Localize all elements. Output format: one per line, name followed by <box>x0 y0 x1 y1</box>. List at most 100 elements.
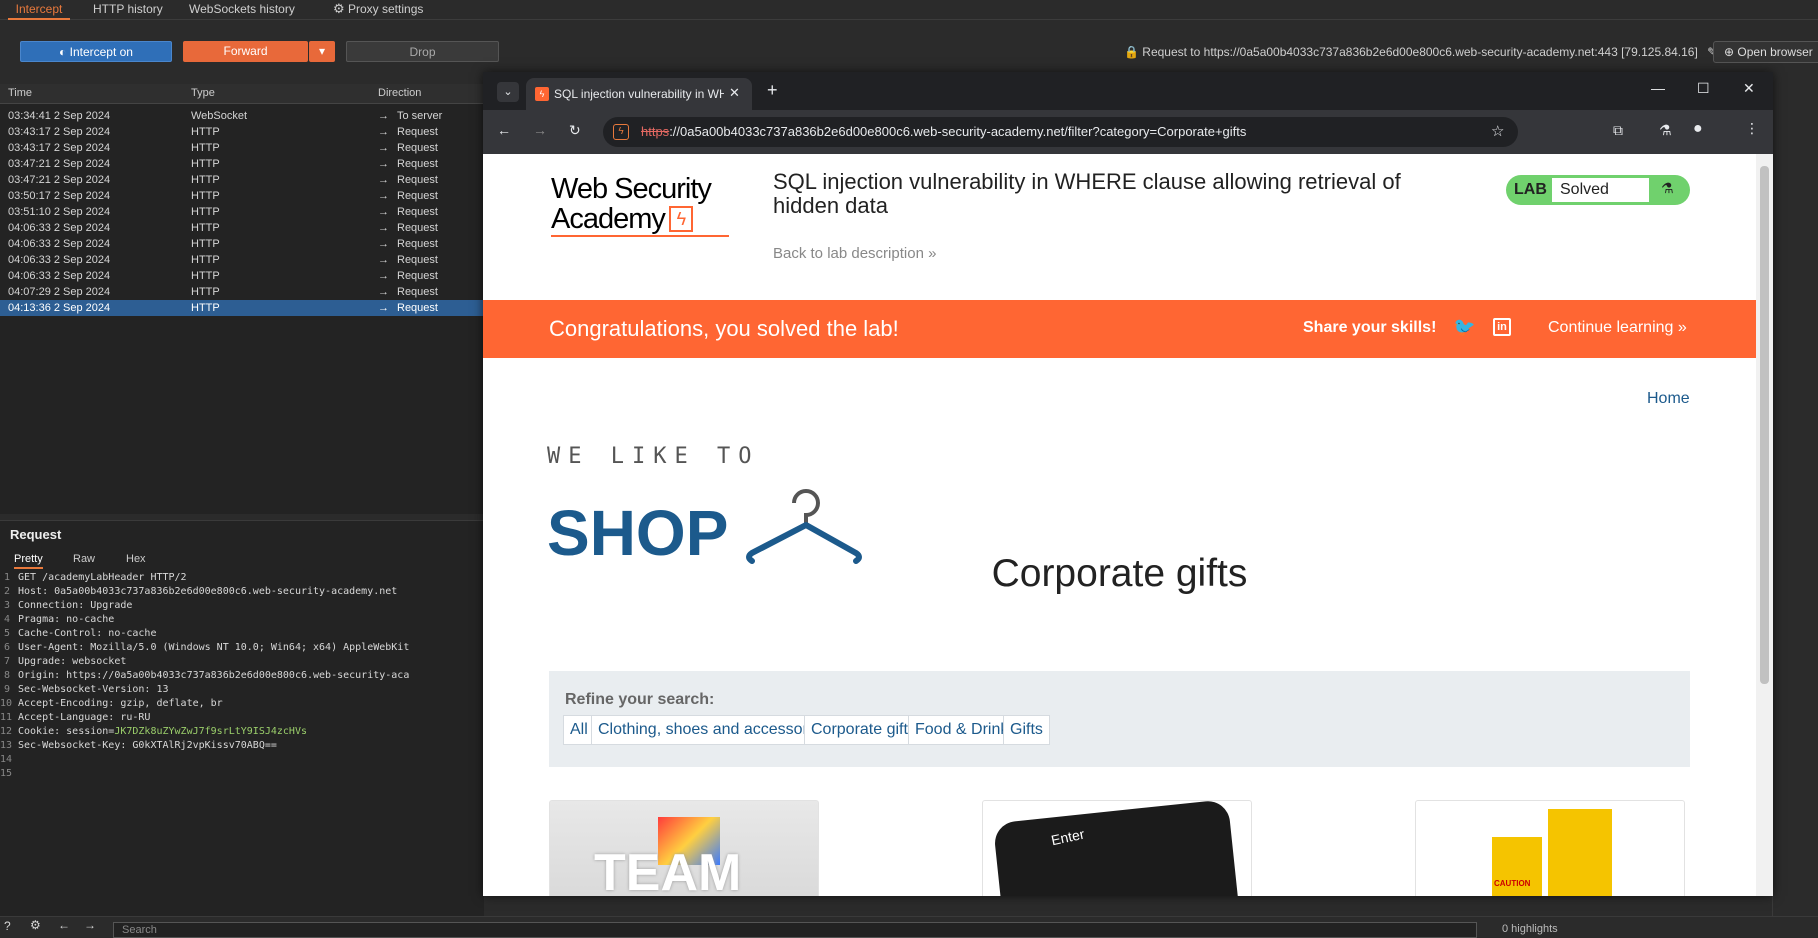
line-number: 8 <box>3 670 10 681</box>
line-number: 2 <box>3 586 10 597</box>
tab-search-icon[interactable]: ⌄ <box>497 82 519 102</box>
site-info-icon[interactable]: ϟ <box>613 124 629 140</box>
cell-time: 03:34:41 2 Sep 2024 <box>8 110 111 122</box>
minimize-icon[interactable]: — <box>1651 80 1665 96</box>
table-row[interactable]: 04:06:33 2 Sep 2024 HTTP → Request <box>0 268 484 284</box>
tab-websockets-history[interactable]: WebSockets history <box>189 0 295 20</box>
cell-direction: Request <box>397 190 438 202</box>
browser-tab[interactable]: ϟ SQL injection vulnerability in WH ✕ <box>526 78 752 110</box>
arrow-right-icon: → <box>378 222 389 234</box>
forward-icon[interactable]: → <box>533 122 547 138</box>
cell-type: WebSocket <box>191 110 248 122</box>
continue-learning-link[interactable]: Continue learning » <box>1548 319 1687 337</box>
cell-direction: Request <box>397 206 438 218</box>
cell-time: 04:06:33 2 Sep 2024 <box>8 270 111 282</box>
line-number: 12 <box>0 726 13 737</box>
we-like-to-shop-logo: WE LIKE TO SHOP <box>547 444 864 565</box>
new-tab-icon[interactable]: + <box>767 80 778 101</box>
labs-icon[interactable]: ⚗ <box>1659 122 1672 139</box>
table-row[interactable]: 03:34:41 2 Sep 2024 WebSocket → To server <box>0 108 484 124</box>
help-icon[interactable]: ? <box>4 919 11 933</box>
bookmark-star-icon[interactable]: ☆ <box>1491 122 1504 140</box>
code-text: Origin: https://0a5a00b4033c737a836b2e6d… <box>18 670 410 681</box>
arrow-right-icon: → <box>378 110 389 122</box>
table-row[interactable]: 04:06:33 2 Sep 2024 HTTP → Request <box>0 236 484 252</box>
tab-raw[interactable]: Raw <box>73 553 95 565</box>
arrow-left-icon[interactable]: ← <box>58 918 70 932</box>
column-header-type[interactable]: Type <box>191 87 215 99</box>
lab-status: Solved <box>1552 178 1649 202</box>
tab-proxy-settings[interactable]: ⚙ Proxy settings <box>333 0 423 20</box>
filter-gifts[interactable]: Gifts <box>1003 715 1050 745</box>
forward-button[interactable]: Forward <box>183 41 308 62</box>
product-image[interactable]: CAUTION <box>1415 800 1685 896</box>
maximize-icon[interactable]: ☐ <box>1697 80 1710 97</box>
reload-icon[interactable]: ↻ <box>569 122 581 139</box>
code-line: 6 User-Agent: Mozilla/5.0 (Windows NT 10.… <box>0 641 484 655</box>
line-number: 15 <box>0 768 13 779</box>
table-row[interactable]: 03:47:21 2 Sep 2024 HTTP → Request <box>0 172 484 188</box>
menu-icon[interactable]: ⋮ <box>1745 120 1759 137</box>
filter-clothing[interactable]: Clothing, shoes and accessories <box>591 715 836 745</box>
arrow-right-icon: → <box>378 158 389 170</box>
twitter-icon[interactable]: 🐦 <box>1453 317 1475 338</box>
product-image[interactable]: Enter <box>982 800 1252 896</box>
cell-direction: To server <box>397 110 443 122</box>
page-scrollbar[interactable] <box>1756 154 1773 896</box>
browser-tab-strip: ⌄ ϟ SQL injection vulnerability in WH ✕ … <box>483 72 1773 110</box>
web-security-academy-logo[interactable]: Web Security Academy ϟ <box>551 174 729 237</box>
table-row[interactable]: 03:50:17 2 Sep 2024 HTTP → Request <box>0 188 484 204</box>
filter-all[interactable]: All <box>563 715 595 745</box>
table-row[interactable]: 03:47:21 2 Sep 2024 HTTP → Request <box>0 156 484 172</box>
table-row[interactable]: 03:51:10 2 Sep 2024 HTTP → Request <box>0 204 484 220</box>
extensions-icon[interactable]: ⧉ <box>1613 122 1623 139</box>
code-line: 3 Connection: Upgrade <box>0 599 484 613</box>
back-to-lab-description-link[interactable]: Back to lab description » <box>773 245 936 262</box>
tab-intercept[interactable]: Intercept <box>8 0 70 20</box>
request-editor-pane: Request Pretty Raw Hex 1 GET /academyLabH… <box>0 520 484 916</box>
cookie-value: JK7DZk8uZYwZwJ7f9srLtY9ISJ4zcHVs <box>114 726 307 737</box>
cell-type: HTTP <box>191 286 220 298</box>
caution-sign-shape <box>1548 809 1612 896</box>
cell-time: 03:43:17 2 Sep 2024 <box>8 142 111 154</box>
table-row[interactable]: 04:07:29 2 Sep 2024 HTTP → Request <box>0 284 484 300</box>
drop-button[interactable]: Drop <box>346 41 499 62</box>
back-icon[interactable]: ← <box>497 122 511 138</box>
table-row[interactable]: 04:06:33 2 Sep 2024 HTTP → Request <box>0 220 484 236</box>
home-link[interactable]: Home <box>1647 390 1690 408</box>
profile-icon[interactable]: ● <box>1693 120 1703 138</box>
address-bar[interactable]: ϟ https://0a5a00b4033c737a836b2e6d00e800… <box>603 117 1518 147</box>
open-browser-button[interactable]: ⊕ Open browser <box>1713 41 1818 63</box>
forward-dropdown-button[interactable]: ▾ <box>309 41 335 62</box>
cell-direction: Request <box>397 158 438 170</box>
filter-food-drink[interactable]: Food & Drink <box>908 715 1016 745</box>
tab-http-history[interactable]: HTTP history <box>93 0 163 20</box>
arrow-right-icon: → <box>378 206 389 218</box>
column-header-direction[interactable]: Direction <box>378 87 421 99</box>
close-window-icon[interactable]: ✕ <box>1743 80 1755 97</box>
table-row[interactable]: 04:06:33 2 Sep 2024 HTTP → Request <box>0 252 484 268</box>
table-row[interactable]: 03:43:17 2 Sep 2024 HTTP → Request <box>0 140 484 156</box>
line-number: 1 <box>3 572 10 583</box>
column-header-time[interactable]: Time <box>8 87 32 99</box>
close-tab-icon[interactable]: ✕ <box>729 85 740 101</box>
cell-type: HTTP <box>191 222 220 234</box>
linkedin-icon[interactable]: in <box>1493 318 1511 336</box>
request-code[interactable]: 1 GET /academyLabHeader HTTP/2 2 Host: 0a5a… <box>0 571 484 781</box>
intercept-toggle-button[interactable]: ◐ Intercept on <box>20 41 172 62</box>
tab-hex[interactable]: Hex <box>126 553 146 565</box>
product-image[interactable]: TEAM <box>549 800 819 896</box>
gear-icon[interactable]: ⚙ <box>30 918 41 932</box>
shop-logo-line-1: WE LIKE TO <box>547 444 760 469</box>
arrow-right-icon: → <box>378 302 389 314</box>
table-row[interactable]: 04:13:36 2 Sep 2024 HTTP → Request <box>0 300 484 316</box>
cell-time: 04:06:33 2 Sep 2024 <box>8 222 111 234</box>
scrollbar-thumb[interactable] <box>1760 166 1769 684</box>
intercept-label: Intercept on <box>69 45 133 59</box>
globe-icon: ⊕ <box>1724 45 1738 59</box>
filter-corporate-gifts[interactable]: Corporate gifts <box>804 715 923 745</box>
tab-pretty[interactable]: Pretty <box>14 553 43 569</box>
arrow-right-icon[interactable]: → <box>84 918 96 932</box>
table-row[interactable]: 03:43:17 2 Sep 2024 HTTP → Request <box>0 124 484 140</box>
tab-title: SQL injection vulnerability in WH <box>554 87 724 101</box>
